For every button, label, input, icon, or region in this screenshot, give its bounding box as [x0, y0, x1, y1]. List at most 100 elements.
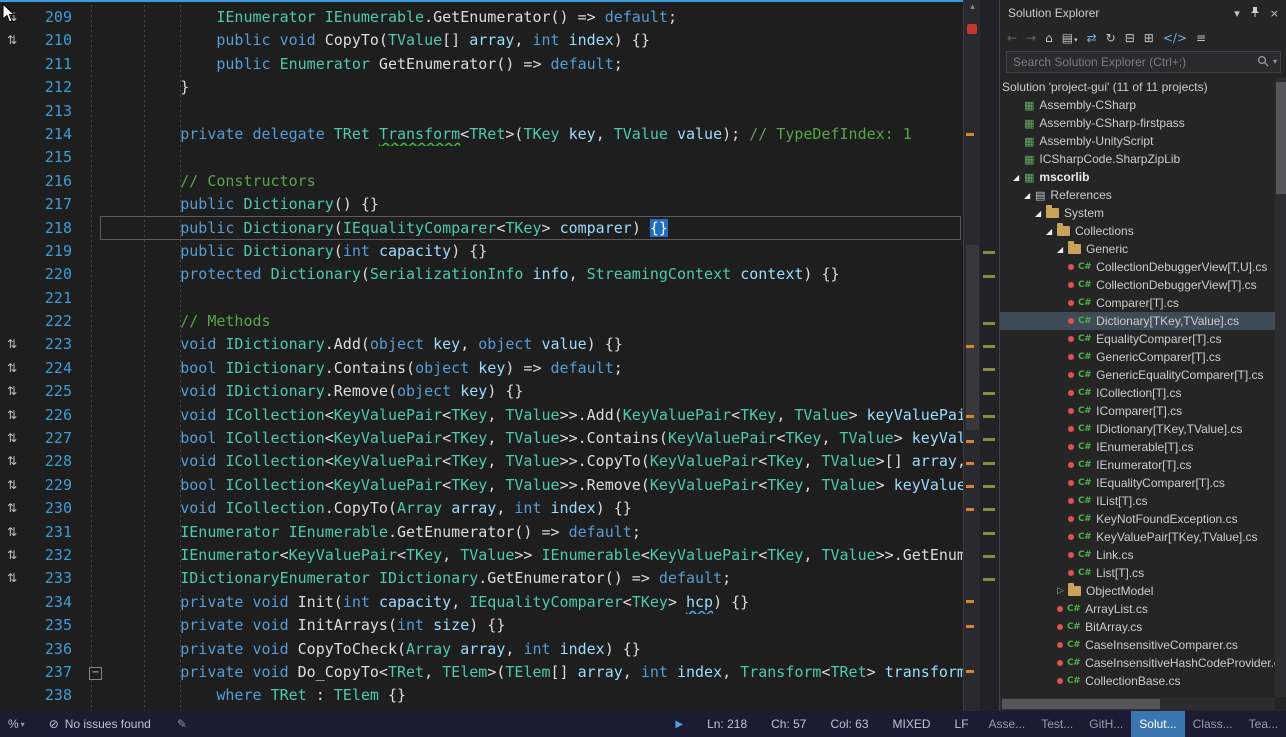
code-line-239[interactable]: 239 private static KeyValuePair<TKey, TV… — [0, 708, 963, 711]
tree-item-file[interactable]: C#KeyNotFoundException.cs — [1000, 510, 1275, 528]
tree-item-file[interactable]: C#IEnumerator[T].cs — [1000, 456, 1275, 474]
line-number[interactable]: 210 — [24, 29, 72, 52]
line-number[interactable]: 217 — [24, 193, 72, 216]
code-line-212[interactable]: 212 } — [0, 76, 963, 99]
code-line-221[interactable]: 221 — [0, 287, 963, 310]
scrollbar-up-arrow-icon[interactable]: ▴ — [964, 1, 981, 12]
line-number[interactable]: 225 — [24, 380, 72, 403]
line-number[interactable]: 213 — [24, 100, 72, 123]
char-indicator[interactable]: Ch: 57 — [771, 717, 806, 731]
tree-item-file[interactable]: C#BitArray.cs — [1000, 618, 1275, 636]
search-icon[interactable] — [1257, 55, 1269, 67]
code-editor[interactable]: ⇅209 IEnumerator IEnumerable.GetEnumerat… — [0, 0, 963, 711]
code-line-228[interactable]: ⇅228 void ICollection<KeyValuePair<TKey,… — [0, 450, 963, 473]
properties-icon[interactable]: ≡ — [1196, 31, 1206, 45]
edit-mode-icon[interactable]: ✎ — [177, 717, 187, 731]
tree-item-project[interactable]: ▦ICSharpCode.SharpZipLib — [1000, 150, 1275, 168]
line-number[interactable]: 231 — [24, 521, 72, 544]
refresh-icon[interactable]: ↻ — [1106, 31, 1116, 45]
code-line-227[interactable]: ⇅227 bool ICollection<KeyValuePair<TKey,… — [0, 427, 963, 450]
code-line-234[interactable]: 234 private void Init(int capacity, IEqu… — [0, 591, 963, 614]
tree-item-file[interactable]: C#GenericEqualityComparer[T].cs — [1000, 366, 1275, 384]
line-indicator[interactable]: Ln: 218 — [707, 717, 747, 731]
tree-item-project[interactable]: ▦Assembly-CSharp — [1000, 96, 1275, 114]
implements-glyph-icon[interactable]: ⇅ — [0, 544, 24, 567]
show-all-files-icon[interactable]: ⊞ — [1144, 31, 1154, 45]
pin-icon[interactable] — [1250, 6, 1260, 21]
line-number[interactable]: 227 — [24, 427, 72, 450]
scope-filter-icon[interactable]: ▤▾ — [1062, 31, 1078, 45]
tree-item-project[interactable]: ▦Assembly-CSharp-firstpass — [1000, 114, 1275, 132]
sync-with-active-document-icon[interactable]: ⇄ — [1087, 31, 1097, 45]
tool-window-tab[interactable]: Tea... — [1241, 711, 1286, 737]
code-line-229[interactable]: ⇅229 bool ICollection<KeyValuePair<TKey,… — [0, 474, 963, 497]
tool-window-tab[interactable]: Solut... — [1131, 711, 1184, 737]
line-number[interactable]: 223 — [24, 333, 72, 356]
tree-item-project[interactable]: ▦Assembly-UnityScript — [1000, 132, 1275, 150]
implements-glyph-icon[interactable]: ⇅ — [0, 567, 24, 590]
code-line-222[interactable]: 222 // Methods — [0, 310, 963, 333]
line-number[interactable]: 218 — [24, 217, 72, 240]
tree-item-file[interactable]: C#GenericComparer[T].cs — [1000, 348, 1275, 366]
implements-glyph-icon[interactable]: ⇅ — [0, 521, 24, 544]
tree-item-folder[interactable]: ▷ObjectModel — [1000, 582, 1275, 600]
line-number[interactable]: 229 — [24, 474, 72, 497]
collapsed-arrow-icon[interactable]: ▷ — [1057, 586, 1068, 596]
tree-item-file[interactable]: C#CollectionBase.cs — [1000, 672, 1275, 690]
line-number[interactable]: 226 — [24, 404, 72, 427]
line-number[interactable]: 216 — [24, 170, 72, 193]
tree-item-file[interactable]: C#CaseInsensitiveHashCodeProvider.cs — [1000, 654, 1275, 672]
tree-item-file[interactable]: C#KeyValuePair[TKey,TValue].cs — [1000, 528, 1275, 546]
panel-vscroll-thumb[interactable] — [1276, 82, 1286, 194]
tree-item-file[interactable]: C#IDictionary[TKey,TValue].cs — [1000, 420, 1275, 438]
tree-item-project[interactable]: ◢▦mscorlib — [1000, 168, 1275, 186]
tree-item-file[interactable]: C#Link.cs — [1000, 546, 1275, 564]
tree-item-file[interactable]: C#IEnumerable[T].cs — [1000, 438, 1275, 456]
line-number[interactable]: 236 — [24, 638, 72, 661]
view-code-icon[interactable]: </> — [1163, 31, 1187, 45]
code-line-220[interactable]: 220 protected Dictionary(SerializationIn… — [0, 263, 963, 286]
implements-glyph-icon[interactable]: ⇅ — [0, 404, 24, 427]
code-line-216[interactable]: 216 // Constructors — [0, 170, 963, 193]
tree-item-file[interactable]: C#IEqualityComparer[T].cs — [1000, 474, 1275, 492]
code-line-210[interactable]: ⇅210 public void CopyTo(TValue[] array, … — [0, 29, 963, 52]
tool-window-tab[interactable]: Class... — [1185, 711, 1241, 737]
expanded-arrow-icon[interactable]: ◢ — [1035, 209, 1046, 218]
tree-item-folder[interactable]: ◢Collections — [1000, 222, 1275, 240]
implements-glyph-icon[interactable]: ⇅ — [0, 380, 24, 403]
expanded-arrow-icon[interactable]: ◢ — [1057, 245, 1068, 254]
indent-mode-indicator[interactable]: MIXED — [893, 717, 931, 731]
code-line-224[interactable]: ⇅224 bool IDictionary.Contains(object ke… — [0, 357, 963, 380]
tree-item-refs[interactable]: ◢▤References — [1000, 186, 1275, 204]
code-line-225[interactable]: ⇅225 void IDictionary.Remove(object key)… — [0, 380, 963, 403]
code-line-209[interactable]: ⇅209 IEnumerator IEnumerable.GetEnumerat… — [0, 6, 963, 29]
back-icon[interactable]: ← — [1007, 31, 1017, 45]
line-number[interactable]: 215 — [24, 146, 72, 169]
line-number[interactable]: 224 — [24, 357, 72, 380]
panel-vertical-scrollbar[interactable] — [1275, 78, 1286, 697]
code-line-218[interactable]: 218 public Dictionary(IEqualityComparer<… — [0, 217, 963, 240]
tree-item-folder[interactable]: ◢Generic — [1000, 240, 1275, 258]
line-number[interactable]: 219 — [24, 240, 72, 263]
code-line-214[interactable]: 214 private delegate TRet Transform<TRet… — [0, 123, 963, 146]
eol-indicator[interactable]: LF — [955, 717, 969, 731]
zoom-control[interactable]: % ▾ — [8, 717, 25, 731]
tool-window-tab[interactable]: GitH... — [1081, 711, 1131, 737]
tree-item-solution[interactable]: Solution 'project-gui' (11 of 11 project… — [1000, 78, 1275, 96]
code-line-215[interactable]: 215 — [0, 146, 963, 169]
column-indicator[interactable]: Col: 63 — [830, 717, 868, 731]
tree-item-file[interactable]: C#CollectionDebuggerView[T].cs — [1000, 276, 1275, 294]
expanded-arrow-icon[interactable]: ◢ — [1024, 191, 1035, 200]
close-icon[interactable]: × — [1270, 7, 1279, 20]
line-number[interactable]: 233 — [24, 567, 72, 590]
tree-item-file[interactable]: C#ICollection[T].cs — [1000, 384, 1275, 402]
line-number[interactable]: 214 — [24, 123, 72, 146]
line-number[interactable]: 221 — [24, 287, 72, 310]
fold-collapse-icon[interactable]: − — [89, 667, 102, 680]
code-line-230[interactable]: ⇅230 void ICollection.CopyTo(Array array… — [0, 497, 963, 520]
tool-window-tab[interactable]: Asse... — [981, 711, 1034, 737]
code-line-233[interactable]: ⇅233 IDictionaryEnumerator IDictionary.G… — [0, 567, 963, 590]
code-line-235[interactable]: 235 private void InitArrays(int size) {} — [0, 614, 963, 637]
line-number[interactable]: 211 — [24, 53, 72, 76]
code-line-232[interactable]: ⇅232 IEnumerator<KeyValuePair<TKey, TVal… — [0, 544, 963, 567]
